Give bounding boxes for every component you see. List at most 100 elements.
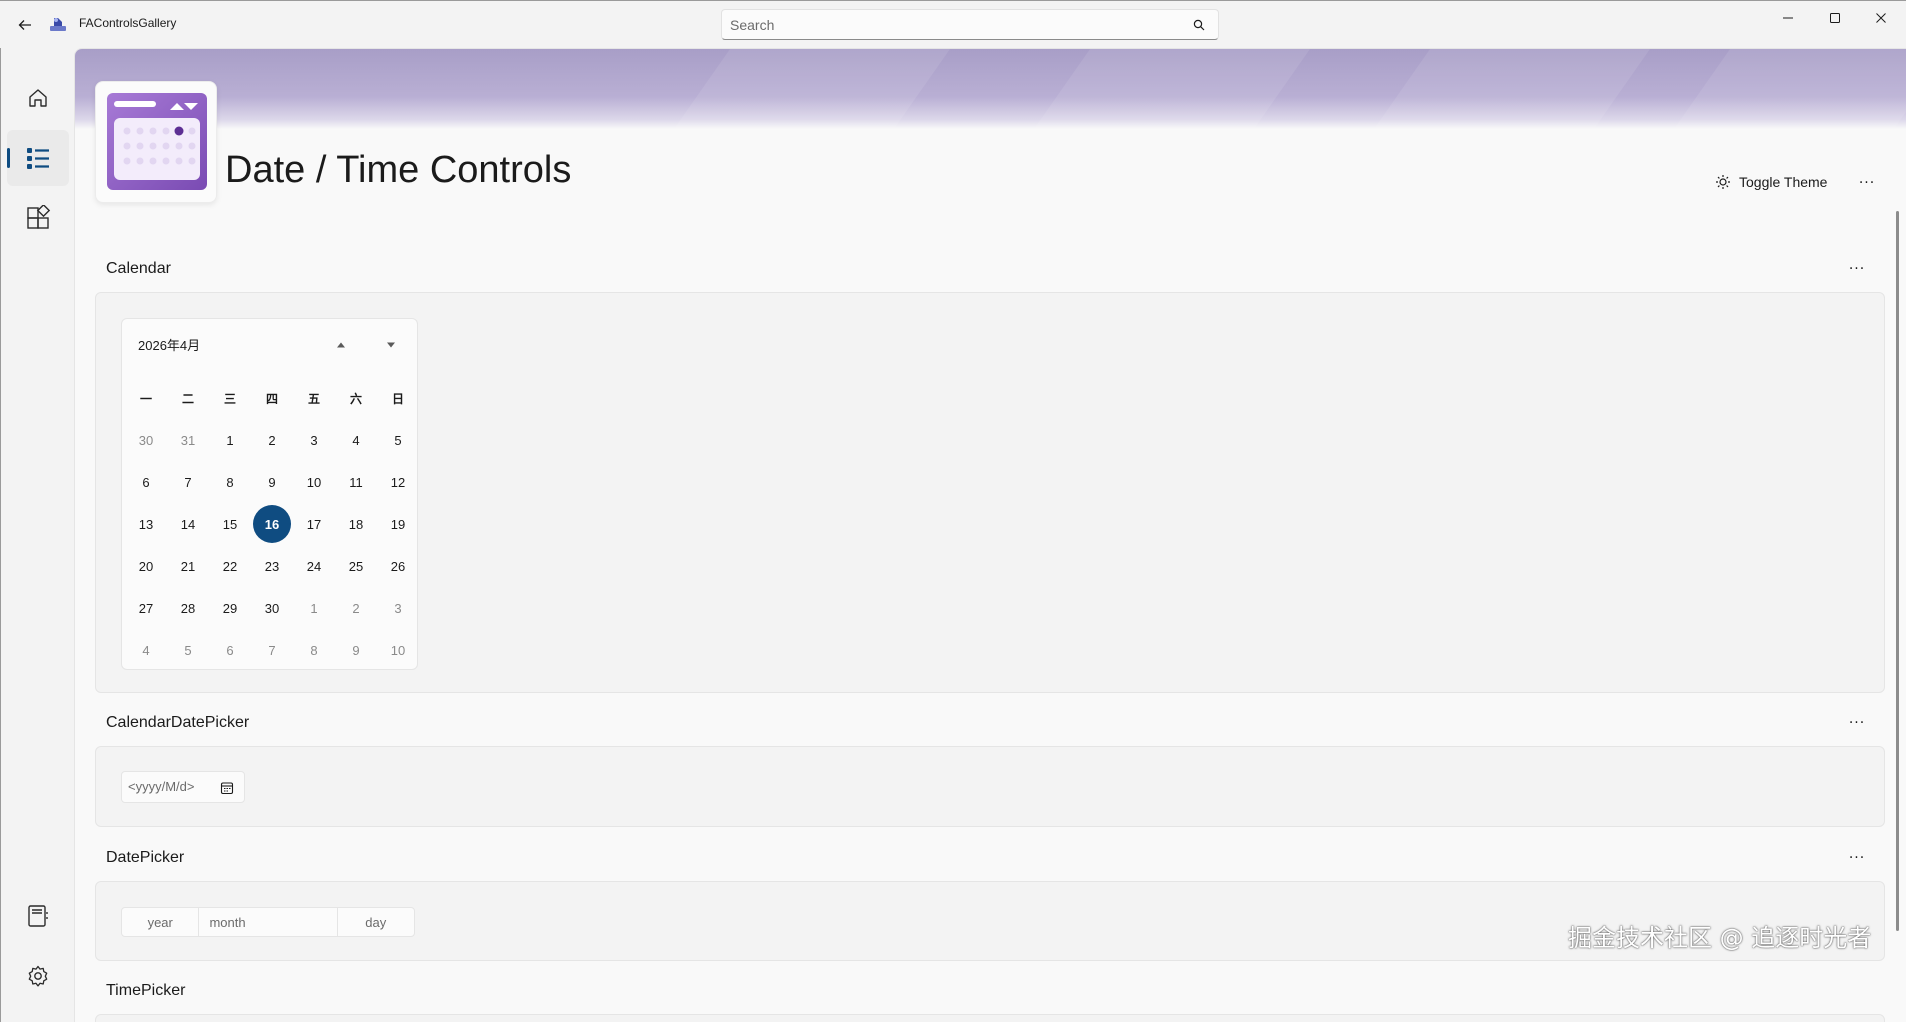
section-title-calendar-date-picker: CalendarDatePicker xyxy=(106,714,250,731)
watermark-text: 掘金技术社区 @ 追逐时光者 xyxy=(1568,924,1872,952)
calendar-day[interactable]: 6 xyxy=(209,629,251,671)
maximize-icon xyxy=(1830,13,1840,23)
search-input[interactable] xyxy=(730,15,1170,35)
calendar-month-header[interactable]: 2026年4月 xyxy=(138,335,200,354)
calendar-day[interactable]: 22 xyxy=(209,545,251,587)
date-picker-month[interactable]: month xyxy=(199,908,338,936)
book-icon xyxy=(28,905,48,927)
calendar-day[interactable]: 29 xyxy=(209,587,251,629)
day-of-week-label: 五 xyxy=(307,391,320,406)
app-title: FAControlsGallery xyxy=(79,16,177,30)
calendar-day[interactable]: 18 xyxy=(335,503,377,545)
nav-item-settings[interactable] xyxy=(7,948,69,1004)
calendar-day[interactable]: 30 xyxy=(125,419,167,461)
calendar-day[interactable]: 27 xyxy=(125,587,167,629)
minimize-button[interactable] xyxy=(1765,1,1811,35)
calendar-day[interactable]: 11 xyxy=(335,461,377,503)
calendar-day[interactable]: 31 xyxy=(167,419,209,461)
nav-item-all-controls[interactable] xyxy=(7,190,69,246)
calendar-date-picker-example-box xyxy=(95,746,1885,827)
date-picker-more-button[interactable]: ··· xyxy=(1843,848,1871,868)
calendar-day[interactable]: 19 xyxy=(377,503,419,545)
page-more-button[interactable]: ··· xyxy=(1853,173,1881,193)
calendar-day[interactable]: 7 xyxy=(167,461,209,503)
nav-item-documentation[interactable] xyxy=(7,888,69,944)
calendar-grid: 一 二 三 四 五 六 日 30 31 1 2 3 4 5 6 7 8 9 10… xyxy=(125,377,419,671)
controls-icon xyxy=(27,205,51,229)
calendar-day[interactable]: 30 xyxy=(251,587,293,629)
day-of-week-label: 日 xyxy=(391,391,404,406)
calendar-day[interactable]: 12 xyxy=(377,461,419,503)
calendar-day[interactable]: 17 xyxy=(293,503,335,545)
back-arrow-icon xyxy=(18,20,31,30)
calendar-date-picker[interactable] xyxy=(121,771,245,803)
maximize-button[interactable] xyxy=(1812,1,1858,35)
calendar-day[interactable]: 24 xyxy=(293,545,335,587)
calendar-day[interactable]: 7 xyxy=(251,629,293,671)
calendar-day[interactable]: 8 xyxy=(209,461,251,503)
calendar-next-button[interactable] xyxy=(377,333,405,357)
search-box[interactable] xyxy=(721,9,1219,40)
day-of-week-label: 四 xyxy=(265,391,278,406)
calendar-day[interactable]: 2 xyxy=(251,419,293,461)
calendar-day[interactable]: 10 xyxy=(293,461,335,503)
calendar-day[interactable]: 3 xyxy=(293,419,335,461)
calendar-day[interactable]: 2 xyxy=(335,587,377,629)
calendar-week-row: 30 31 1 2 3 4 5 xyxy=(125,419,419,461)
minimize-icon xyxy=(1783,17,1793,19)
calendar-day[interactable]: 4 xyxy=(335,419,377,461)
page-icon-tile xyxy=(95,81,217,203)
close-icon xyxy=(1876,13,1886,23)
toggle-theme-button[interactable]: Toggle Theme xyxy=(1715,171,1827,193)
calendar-day-today[interactable]: 16 xyxy=(251,503,293,545)
nav-item-home[interactable] xyxy=(7,70,69,126)
today-marker: 16 xyxy=(253,505,291,543)
section-title-date-picker: DatePicker xyxy=(106,849,185,866)
calendar-prev-button[interactable] xyxy=(327,333,355,357)
content-frame: Date / Time Controls Toggle Theme ··· Ca… xyxy=(74,48,1906,1022)
calendar-day[interactable]: 1 xyxy=(293,587,335,629)
calendar-day[interactable]: 5 xyxy=(377,419,419,461)
calendar-day[interactable]: 25 xyxy=(335,545,377,587)
calendar-day[interactable]: 23 xyxy=(251,545,293,587)
calendar-day[interactable]: 3 xyxy=(377,587,419,629)
calendar-day[interactable]: 8 xyxy=(293,629,335,671)
date-input[interactable] xyxy=(128,779,218,794)
calendar-day[interactable]: 28 xyxy=(167,587,209,629)
calendar-day[interactable]: 9 xyxy=(335,629,377,671)
banner-decoration xyxy=(1345,49,1665,129)
calendar-dow-row: 一 二 三 四 五 六 日 xyxy=(125,377,419,419)
calendar-day[interactable]: 14 xyxy=(167,503,209,545)
date-picker-year[interactable]: year xyxy=(122,908,200,936)
calendar-day[interactable]: 5 xyxy=(167,629,209,671)
calendar-day[interactable]: 21 xyxy=(167,545,209,587)
calendar-day[interactable]: 13 xyxy=(125,503,167,545)
calendar-more-button[interactable]: ··· xyxy=(1843,259,1871,279)
date-picker-day[interactable]: day xyxy=(338,908,414,936)
calendar-day[interactable]: 26 xyxy=(377,545,419,587)
day-of-week-label: 六 xyxy=(349,391,362,406)
search-icon[interactable] xyxy=(1192,18,1206,32)
caret-up-icon xyxy=(337,342,345,348)
nav-item-controls-list[interactable] xyxy=(7,130,69,186)
calendar-day[interactable]: 6 xyxy=(125,461,167,503)
calendar-day[interactable]: 1 xyxy=(209,419,251,461)
sun-icon xyxy=(1716,175,1730,189)
calendar-day[interactable]: 9 xyxy=(251,461,293,503)
date-picker[interactable]: year month day xyxy=(121,907,415,937)
calendar-day[interactable]: 4 xyxy=(125,629,167,671)
list-icon xyxy=(27,148,49,169)
close-button[interactable] xyxy=(1858,1,1904,35)
calendar-day[interactable]: 15 xyxy=(209,503,251,545)
vertical-scrollbar[interactable] xyxy=(1896,211,1899,931)
calendar-icon[interactable] xyxy=(220,781,234,795)
calendar-day[interactable]: 20 xyxy=(125,545,167,587)
calendar-day[interactable]: 10 xyxy=(377,629,419,671)
calendar-example-box: 2026年4月 一 二 三 四 五 六 日 30 31 1 2 3 4 5 6 … xyxy=(95,292,1885,693)
calendar-week-row: 13 14 15 16 17 18 19 xyxy=(125,503,419,545)
calendar-week-row: 4 5 6 7 8 9 10 xyxy=(125,629,419,671)
day-of-week-label: 一 xyxy=(139,391,152,406)
day-of-week-label: 二 xyxy=(181,391,194,406)
calendar-date-picker-more-button[interactable]: ··· xyxy=(1843,713,1871,733)
back-button[interactable] xyxy=(10,11,40,39)
